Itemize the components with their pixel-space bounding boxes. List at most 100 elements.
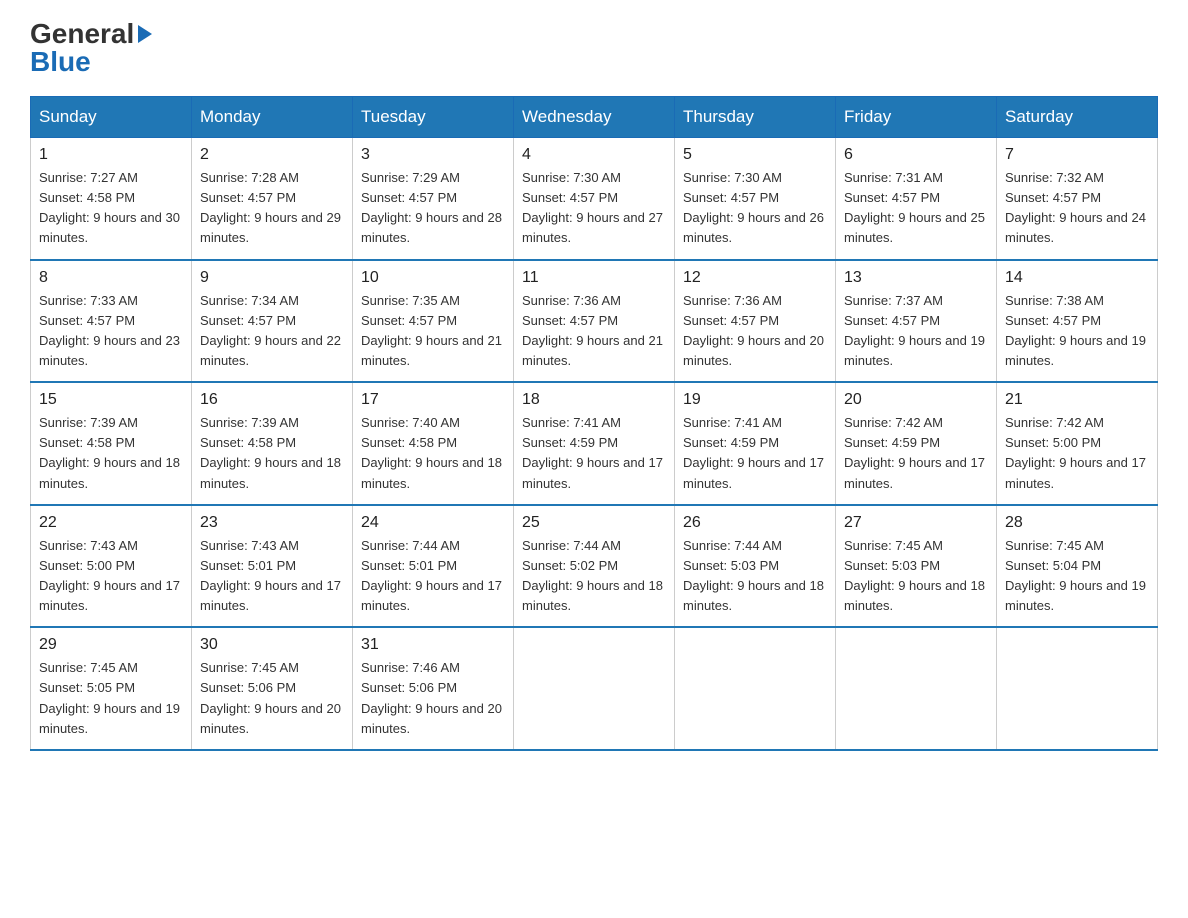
calendar-day-cell <box>675 627 836 750</box>
day-info: Sunrise: 7:42 AM Sunset: 4:59 PM Dayligh… <box>844 413 988 494</box>
calendar-day-cell: 22 Sunrise: 7:43 AM Sunset: 5:00 PM Dayl… <box>31 505 192 628</box>
calendar-day-cell: 19 Sunrise: 7:41 AM Sunset: 4:59 PM Dayl… <box>675 382 836 505</box>
day-info: Sunrise: 7:29 AM Sunset: 4:57 PM Dayligh… <box>361 168 505 249</box>
calendar-day-cell: 5 Sunrise: 7:30 AM Sunset: 4:57 PM Dayli… <box>675 138 836 260</box>
day-number: 7 <box>1005 146 1149 164</box>
weekday-header: Tuesday <box>353 97 514 138</box>
day-info: Sunrise: 7:38 AM Sunset: 4:57 PM Dayligh… <box>1005 291 1149 372</box>
calendar-day-cell <box>514 627 675 750</box>
day-number: 19 <box>683 391 827 409</box>
day-number: 12 <box>683 269 827 287</box>
day-number: 16 <box>200 391 344 409</box>
weekday-header-row: SundayMondayTuesdayWednesdayThursdayFrid… <box>31 97 1158 138</box>
calendar-day-cell: 13 Sunrise: 7:37 AM Sunset: 4:57 PM Dayl… <box>836 260 997 383</box>
day-info: Sunrise: 7:44 AM Sunset: 5:03 PM Dayligh… <box>683 536 827 617</box>
day-number: 24 <box>361 514 505 532</box>
calendar-week-row: 22 Sunrise: 7:43 AM Sunset: 5:00 PM Dayl… <box>31 505 1158 628</box>
day-info: Sunrise: 7:35 AM Sunset: 4:57 PM Dayligh… <box>361 291 505 372</box>
calendar-day-cell: 27 Sunrise: 7:45 AM Sunset: 5:03 PM Dayl… <box>836 505 997 628</box>
calendar-day-cell: 25 Sunrise: 7:44 AM Sunset: 5:02 PM Dayl… <box>514 505 675 628</box>
calendar-day-cell: 16 Sunrise: 7:39 AM Sunset: 4:58 PM Dayl… <box>192 382 353 505</box>
calendar-day-cell: 30 Sunrise: 7:45 AM Sunset: 5:06 PM Dayl… <box>192 627 353 750</box>
day-number: 9 <box>200 269 344 287</box>
weekday-header: Monday <box>192 97 353 138</box>
calendar-day-cell: 28 Sunrise: 7:45 AM Sunset: 5:04 PM Dayl… <box>997 505 1158 628</box>
day-info: Sunrise: 7:45 AM Sunset: 5:06 PM Dayligh… <box>200 658 344 739</box>
calendar-day-cell: 29 Sunrise: 7:45 AM Sunset: 5:05 PM Dayl… <box>31 627 192 750</box>
page-header: General Blue <box>30 20 1158 76</box>
day-number: 30 <box>200 636 344 654</box>
calendar-day-cell: 2 Sunrise: 7:28 AM Sunset: 4:57 PM Dayli… <box>192 138 353 260</box>
day-info: Sunrise: 7:30 AM Sunset: 4:57 PM Dayligh… <box>522 168 666 249</box>
weekday-header: Thursday <box>675 97 836 138</box>
day-info: Sunrise: 7:27 AM Sunset: 4:58 PM Dayligh… <box>39 168 183 249</box>
day-info: Sunrise: 7:41 AM Sunset: 4:59 PM Dayligh… <box>683 413 827 494</box>
calendar-day-cell: 17 Sunrise: 7:40 AM Sunset: 4:58 PM Dayl… <box>353 382 514 505</box>
day-number: 27 <box>844 514 988 532</box>
logo-triangle-icon <box>138 25 152 43</box>
day-number: 15 <box>39 391 183 409</box>
calendar-day-cell <box>997 627 1158 750</box>
day-info: Sunrise: 7:34 AM Sunset: 4:57 PM Dayligh… <box>200 291 344 372</box>
day-info: Sunrise: 7:39 AM Sunset: 4:58 PM Dayligh… <box>200 413 344 494</box>
day-number: 17 <box>361 391 505 409</box>
calendar-day-cell <box>836 627 997 750</box>
day-number: 14 <box>1005 269 1149 287</box>
weekday-header: Sunday <box>31 97 192 138</box>
day-number: 22 <box>39 514 183 532</box>
day-number: 10 <box>361 269 505 287</box>
calendar-day-cell: 24 Sunrise: 7:44 AM Sunset: 5:01 PM Dayl… <box>353 505 514 628</box>
day-info: Sunrise: 7:31 AM Sunset: 4:57 PM Dayligh… <box>844 168 988 249</box>
day-number: 26 <box>683 514 827 532</box>
calendar-day-cell: 6 Sunrise: 7:31 AM Sunset: 4:57 PM Dayli… <box>836 138 997 260</box>
day-info: Sunrise: 7:41 AM Sunset: 4:59 PM Dayligh… <box>522 413 666 494</box>
day-info: Sunrise: 7:45 AM Sunset: 5:05 PM Dayligh… <box>39 658 183 739</box>
day-number: 5 <box>683 146 827 164</box>
calendar-day-cell: 21 Sunrise: 7:42 AM Sunset: 5:00 PM Dayl… <box>997 382 1158 505</box>
calendar-week-row: 8 Sunrise: 7:33 AM Sunset: 4:57 PM Dayli… <box>31 260 1158 383</box>
day-info: Sunrise: 7:36 AM Sunset: 4:57 PM Dayligh… <box>683 291 827 372</box>
day-info: Sunrise: 7:44 AM Sunset: 5:01 PM Dayligh… <box>361 536 505 617</box>
calendar-day-cell: 31 Sunrise: 7:46 AM Sunset: 5:06 PM Dayl… <box>353 627 514 750</box>
day-number: 20 <box>844 391 988 409</box>
day-info: Sunrise: 7:28 AM Sunset: 4:57 PM Dayligh… <box>200 168 344 249</box>
calendar-day-cell: 7 Sunrise: 7:32 AM Sunset: 4:57 PM Dayli… <box>997 138 1158 260</box>
calendar-week-row: 15 Sunrise: 7:39 AM Sunset: 4:58 PM Dayl… <box>31 382 1158 505</box>
day-number: 8 <box>39 269 183 287</box>
day-number: 3 <box>361 146 505 164</box>
day-number: 29 <box>39 636 183 654</box>
day-info: Sunrise: 7:42 AM Sunset: 5:00 PM Dayligh… <box>1005 413 1149 494</box>
day-info: Sunrise: 7:30 AM Sunset: 4:57 PM Dayligh… <box>683 168 827 249</box>
calendar-week-row: 1 Sunrise: 7:27 AM Sunset: 4:58 PM Dayli… <box>31 138 1158 260</box>
day-number: 28 <box>1005 514 1149 532</box>
day-number: 31 <box>361 636 505 654</box>
calendar-day-cell: 23 Sunrise: 7:43 AM Sunset: 5:01 PM Dayl… <box>192 505 353 628</box>
day-info: Sunrise: 7:37 AM Sunset: 4:57 PM Dayligh… <box>844 291 988 372</box>
day-number: 23 <box>200 514 344 532</box>
day-info: Sunrise: 7:44 AM Sunset: 5:02 PM Dayligh… <box>522 536 666 617</box>
logo-blue-text: Blue <box>30 48 91 76</box>
day-number: 4 <box>522 146 666 164</box>
calendar-day-cell: 20 Sunrise: 7:42 AM Sunset: 4:59 PM Dayl… <box>836 382 997 505</box>
day-info: Sunrise: 7:36 AM Sunset: 4:57 PM Dayligh… <box>522 291 666 372</box>
calendar-day-cell: 26 Sunrise: 7:44 AM Sunset: 5:03 PM Dayl… <box>675 505 836 628</box>
calendar-day-cell: 12 Sunrise: 7:36 AM Sunset: 4:57 PM Dayl… <box>675 260 836 383</box>
logo-general-text: General <box>30 20 134 48</box>
calendar-day-cell: 11 Sunrise: 7:36 AM Sunset: 4:57 PM Dayl… <box>514 260 675 383</box>
calendar-day-cell: 9 Sunrise: 7:34 AM Sunset: 4:57 PM Dayli… <box>192 260 353 383</box>
calendar-day-cell: 10 Sunrise: 7:35 AM Sunset: 4:57 PM Dayl… <box>353 260 514 383</box>
day-number: 2 <box>200 146 344 164</box>
logo: General Blue <box>30 20 154 76</box>
day-info: Sunrise: 7:46 AM Sunset: 5:06 PM Dayligh… <box>361 658 505 739</box>
calendar-day-cell: 4 Sunrise: 7:30 AM Sunset: 4:57 PM Dayli… <box>514 138 675 260</box>
calendar-day-cell: 18 Sunrise: 7:41 AM Sunset: 4:59 PM Dayl… <box>514 382 675 505</box>
day-number: 18 <box>522 391 666 409</box>
weekday-header: Saturday <box>997 97 1158 138</box>
day-info: Sunrise: 7:33 AM Sunset: 4:57 PM Dayligh… <box>39 291 183 372</box>
day-info: Sunrise: 7:40 AM Sunset: 4:58 PM Dayligh… <box>361 413 505 494</box>
day-number: 6 <box>844 146 988 164</box>
day-number: 11 <box>522 269 666 287</box>
calendar-day-cell: 8 Sunrise: 7:33 AM Sunset: 4:57 PM Dayli… <box>31 260 192 383</box>
day-info: Sunrise: 7:32 AM Sunset: 4:57 PM Dayligh… <box>1005 168 1149 249</box>
day-info: Sunrise: 7:43 AM Sunset: 5:00 PM Dayligh… <box>39 536 183 617</box>
